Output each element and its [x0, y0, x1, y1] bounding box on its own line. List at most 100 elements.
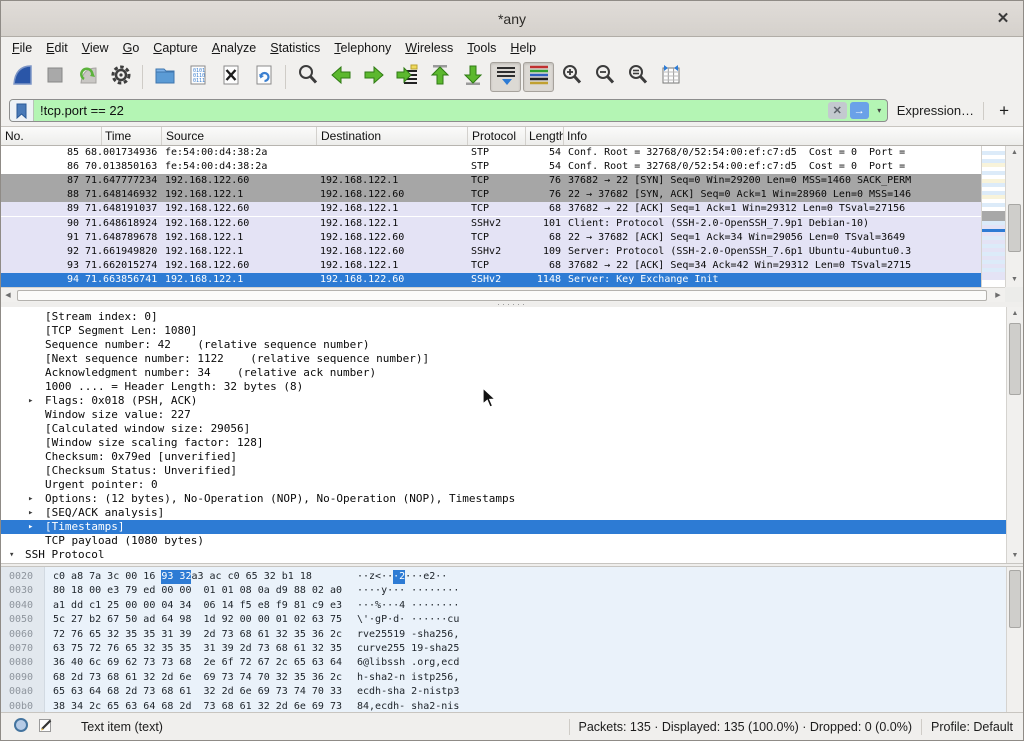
- scroll-down-icon[interactable]: ▼: [1007, 549, 1023, 563]
- column-separator[interactable]: [467, 127, 468, 145]
- hex-row[interactable]: 0040a1 dd c1 25 00 00 04 34 06 14 f5 e8 …: [1, 599, 1023, 613]
- detail-line[interactable]: [Calculated window size: 29056]: [1, 422, 1008, 436]
- detail-line[interactable]: [TCP Segment Len: 1080]: [1, 324, 1008, 338]
- colorize-button[interactable]: [523, 62, 554, 92]
- zoom-in-button[interactable]: [556, 62, 587, 92]
- restart-capture-button[interactable]: [72, 62, 103, 92]
- close-icon[interactable]: ✕: [993, 9, 1013, 29]
- scroll-right-icon[interactable]: ▶: [991, 288, 1005, 303]
- start-capture-button[interactable]: [6, 62, 37, 92]
- hex-ascii[interactable]: ecdh-sha 2-nistp3: [357, 685, 459, 699]
- hex-bytes[interactable]: 63 75 72 76 65 32 35 35 31 39 2d 73 68 6…: [53, 642, 342, 656]
- scroll-up-icon[interactable]: ▲: [1006, 146, 1023, 160]
- menu-item-go[interactable]: Go: [116, 39, 147, 57]
- scroll-thumb[interactable]: [1009, 570, 1021, 628]
- save-file-button[interactable]: 010101100111: [182, 62, 213, 92]
- column-separator[interactable]: [101, 127, 102, 145]
- column-header-time[interactable]: Time: [105, 129, 131, 143]
- stop-capture-button[interactable]: [39, 62, 70, 92]
- hex-row[interactable]: 00a065 63 64 68 2d 73 68 61 32 2d 6e 69 …: [1, 685, 1023, 699]
- menu-item-help[interactable]: Help: [503, 39, 543, 57]
- packet-row[interactable]: 8568.001734936fe:54:00:d4:38:2aSTP54Conf…: [1, 146, 981, 160]
- hex-ascii[interactable]: curve255 19-sha25: [357, 642, 459, 656]
- column-header-protocol[interactable]: Protocol: [472, 129, 516, 143]
- expert-info-icon[interactable]: [13, 717, 29, 736]
- go-to-packet-button[interactable]: [391, 62, 422, 92]
- hex-row[interactable]: 00505c 27 b2 67 50 ad 64 98 1d 92 00 00 …: [1, 613, 1023, 627]
- packet-row[interactable]: 9271.661949820192.168.122.1192.168.122.6…: [1, 245, 981, 259]
- hex-row[interactable]: 006072 76 65 32 35 35 31 39 2d 73 68 61 …: [1, 628, 1023, 642]
- capture-comment-icon[interactable]: [38, 717, 54, 736]
- hex-ascii[interactable]: h-sha2-n istp256,: [357, 671, 459, 685]
- menu-item-telephony[interactable]: Telephony: [327, 39, 398, 57]
- scroll-thumb[interactable]: [1008, 204, 1021, 252]
- filter-text[interactable]: !tcp.port == 22: [34, 103, 828, 118]
- column-header-source[interactable]: Source: [166, 129, 204, 143]
- menu-item-edit[interactable]: Edit: [39, 39, 75, 57]
- column-header-info[interactable]: Info: [567, 129, 587, 143]
- packet-row[interactable]: 9371.662015274192.168.122.60192.168.122.…: [1, 259, 981, 273]
- filter-clear-button[interactable]: ✕: [828, 102, 847, 119]
- column-separator[interactable]: [563, 127, 564, 145]
- hex-bytes[interactable]: c0 a8 7a 3c 00 16 93 32 85 a3 ac c0 65 3…: [53, 570, 312, 584]
- go-to-first-button[interactable]: [424, 62, 455, 92]
- filter-apply-button[interactable]: →: [850, 102, 869, 119]
- detail-line[interactable]: ▾SSH Protocol: [1, 548, 1008, 562]
- detail-line[interactable]: Checksum: 0x79ed [unverified]: [1, 450, 1008, 464]
- open-file-button[interactable]: [149, 62, 180, 92]
- go-to-last-button[interactable]: [457, 62, 488, 92]
- expand-arrow-icon[interactable]: ▸: [28, 520, 33, 534]
- hex-bytes[interactable]: 68 2d 73 68 61 32 2d 6e 69 73 74 70 32 3…: [53, 671, 342, 685]
- detail-line[interactable]: Window size value: 227: [1, 408, 1008, 422]
- hex-bytes[interactable]: a1 dd c1 25 00 00 04 34 06 14 f5 e8 f9 8…: [53, 599, 342, 613]
- capture-options-button[interactable]: [105, 62, 136, 92]
- column-separator[interactable]: [316, 127, 317, 145]
- packet-list-scrollbar[interactable]: ▲ ▼: [1005, 146, 1023, 287]
- display-filter-input[interactable]: !tcp.port == 22 ✕ → ▾: [9, 99, 888, 122]
- expand-arrow-icon[interactable]: ▸: [28, 492, 33, 506]
- packet-minimap[interactable]: [981, 146, 1005, 287]
- detail-line[interactable]: ▸Flags: 0x018 (PSH, ACK): [1, 394, 1008, 408]
- menu-item-analyze[interactable]: Analyze: [205, 39, 263, 57]
- hex-ascii[interactable]: rve25519 -sha256,: [357, 628, 459, 642]
- reload-file-button[interactable]: [248, 62, 279, 92]
- column-separator[interactable]: [525, 127, 526, 145]
- detail-line[interactable]: ▸Options: (12 bytes), No-Operation (NOP)…: [1, 492, 1008, 506]
- detail-line[interactable]: ▸[Timestamps]: [1, 520, 1008, 534]
- hex-ascii[interactable]: ···%···4 ········: [357, 599, 459, 613]
- detail-line[interactable]: [Stream index: 0]: [1, 310, 1008, 324]
- hex-ascii[interactable]: 6@libssh .org,ecd: [357, 656, 459, 670]
- filter-bookmark-icon[interactable]: [10, 100, 34, 121]
- hex-row[interactable]: 009068 2d 73 68 61 32 2d 6e 69 73 74 70 …: [1, 671, 1023, 685]
- hex-bytes[interactable]: 72 76 65 32 35 35 31 39 2d 73 68 61 32 3…: [53, 628, 342, 642]
- packet-row[interactable]: 8670.013850163fe:54:00:d4:38:2aSTP54Conf…: [1, 160, 981, 174]
- auto-scroll-button[interactable]: [490, 62, 521, 92]
- scroll-left-icon[interactable]: ◀: [1, 288, 15, 303]
- expression-button[interactable]: Expression…: [897, 103, 974, 118]
- zoom-out-button[interactable]: [589, 62, 620, 92]
- hex-bytes[interactable]: 80 18 00 e3 79 ed 00 00 01 01 08 0a d9 8…: [53, 584, 342, 598]
- hex-bytes[interactable]: 65 63 64 68 2d 73 68 61 32 2d 6e 69 73 7…: [53, 685, 342, 699]
- find-packet-button[interactable]: [292, 62, 323, 92]
- hex-row[interactable]: 007063 75 72 76 65 32 35 35 31 39 2d 73 …: [1, 642, 1023, 656]
- hex-bytes[interactable]: 36 40 6c 69 62 73 73 68 2e 6f 72 67 2c 6…: [53, 656, 342, 670]
- detail-line[interactable]: Sequence number: 42 (relative sequence n…: [1, 338, 1008, 352]
- filter-add-button[interactable]: +: [993, 101, 1015, 121]
- hex-ascii[interactable]: ····y··· ········: [357, 584, 459, 598]
- packet-row[interactable]: 8871.648146932192.168.122.1192.168.122.6…: [1, 188, 981, 202]
- close-file-button[interactable]: [215, 62, 246, 92]
- hex-bytes[interactable]: 5c 27 b2 67 50 ad 64 98 1d 92 00 00 01 0…: [53, 613, 342, 627]
- hex-ascii[interactable]: \'·gP·d· ······cu: [357, 613, 459, 627]
- column-header-no[interactable]: No.: [5, 129, 24, 143]
- menu-item-tools[interactable]: Tools: [460, 39, 503, 57]
- hex-ascii[interactable]: ··z<···2 ····e2··: [357, 570, 447, 584]
- menu-item-capture[interactable]: Capture: [146, 39, 204, 57]
- hex-row[interactable]: 008036 40 6c 69 62 73 73 68 2e 6f 72 67 …: [1, 656, 1023, 670]
- packet-row[interactable]: 9171.648789678192.168.122.1192.168.122.6…: [1, 231, 981, 245]
- detail-line[interactable]: Acknowledgment number: 34 (relative ack …: [1, 366, 1008, 380]
- menu-item-view[interactable]: View: [75, 39, 116, 57]
- hex-row[interactable]: 0020c0 a8 7a 3c 00 16 93 32 85 a3 ac c0 …: [1, 570, 1023, 584]
- packet-row[interactable]: 9471.663856741192.168.122.1192.168.122.6…: [1, 273, 981, 287]
- scroll-up-icon[interactable]: ▲: [1007, 307, 1023, 321]
- detail-line[interactable]: [Checksum Status: Unverified]: [1, 464, 1008, 478]
